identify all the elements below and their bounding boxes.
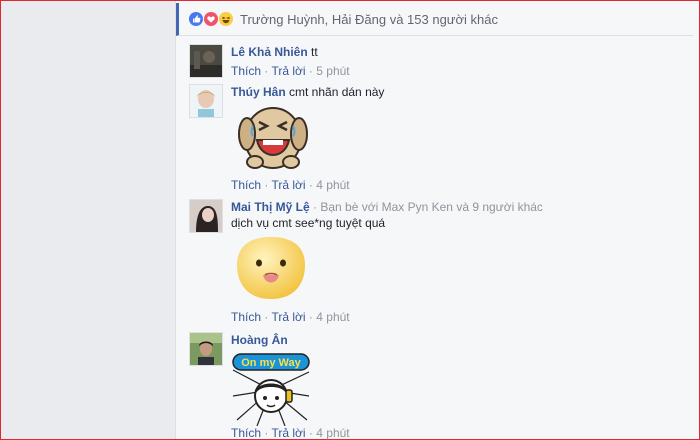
comment-author[interactable]: Hoàng Ân bbox=[231, 333, 288, 347]
left-column bbox=[1, 1, 175, 439]
separator: · bbox=[264, 178, 269, 192]
sticker-caption: On my Way bbox=[241, 357, 301, 369]
comment-time[interactable]: 4 phút bbox=[316, 426, 349, 440]
avatar[interactable] bbox=[189, 199, 223, 233]
comment-item: Mai Thị Mỹ Lệ · Bạn bè với Max Pyn Ken v… bbox=[189, 199, 689, 327]
like-icon bbox=[189, 12, 203, 26]
avatar[interactable] bbox=[189, 84, 223, 118]
reply-link[interactable]: Trả lời bbox=[271, 64, 305, 78]
comment-feed: Trường Huỳnh, Hải Đăng và 153 người khác… bbox=[175, 1, 699, 440]
avatar[interactable] bbox=[189, 44, 223, 78]
mutual-friends-note[interactable]: Bạn bè với Max Pyn Ken và 9 người khác bbox=[320, 200, 543, 214]
separator: · bbox=[308, 178, 313, 192]
tongue-face-sticker[interactable] bbox=[231, 235, 311, 303]
avatar[interactable] bbox=[189, 332, 223, 366]
reply-link[interactable]: Trả lời bbox=[271, 426, 305, 440]
separator: · bbox=[264, 64, 269, 78]
separator: · bbox=[313, 200, 318, 214]
separator: · bbox=[308, 64, 313, 78]
comment-text: dịch vụ cmt see*ng tuyệt quá bbox=[231, 216, 386, 230]
like-link[interactable]: Thích bbox=[231, 426, 261, 440]
like-link[interactable]: Thích bbox=[231, 64, 261, 78]
on-my-way-sticker[interactable]: On my Way bbox=[231, 350, 311, 427]
comment-item: Hoàng Ân On my Way Thích · Trả lời · 4 p… bbox=[189, 332, 689, 440]
separator: · bbox=[264, 426, 269, 440]
comment-author[interactable]: Mai Thị Mỹ Lệ bbox=[231, 200, 310, 214]
comment-item: Lê Khả Nhiên tt Thích · Trả lời · 5 phút bbox=[189, 44, 689, 80]
comment-author[interactable]: Lê Khả Nhiên bbox=[231, 45, 308, 59]
separator: · bbox=[264, 310, 269, 324]
reply-link[interactable]: Trả lời bbox=[271, 178, 305, 192]
like-link[interactable]: Thích bbox=[231, 178, 261, 192]
comment-time[interactable]: 4 phút bbox=[316, 310, 349, 324]
haha-icon bbox=[219, 12, 233, 26]
love-icon bbox=[204, 12, 218, 26]
comment-time[interactable]: 5 phút bbox=[316, 64, 349, 78]
reactions-bar[interactable]: Trường Huỳnh, Hải Đăng và 153 người khác bbox=[176, 3, 693, 36]
comment-text: tt bbox=[311, 45, 318, 59]
separator: · bbox=[308, 426, 313, 440]
comment-author[interactable]: Thúy Hân bbox=[231, 85, 286, 99]
reactions-summary[interactable]: Trường Huỳnh, Hải Đăng và 153 người khác bbox=[240, 12, 498, 27]
like-link[interactable]: Thích bbox=[231, 310, 261, 324]
comment-item: Thúy Hân cmt nhãn dán này Thích · Trả lờ… bbox=[189, 84, 689, 194]
reply-link[interactable]: Trả lời bbox=[271, 310, 305, 324]
comment-time[interactable]: 4 phút bbox=[316, 178, 349, 192]
separator: · bbox=[308, 310, 313, 324]
comment-text: cmt nhãn dán này bbox=[289, 85, 385, 99]
crying-dog-sticker[interactable] bbox=[235, 104, 311, 172]
